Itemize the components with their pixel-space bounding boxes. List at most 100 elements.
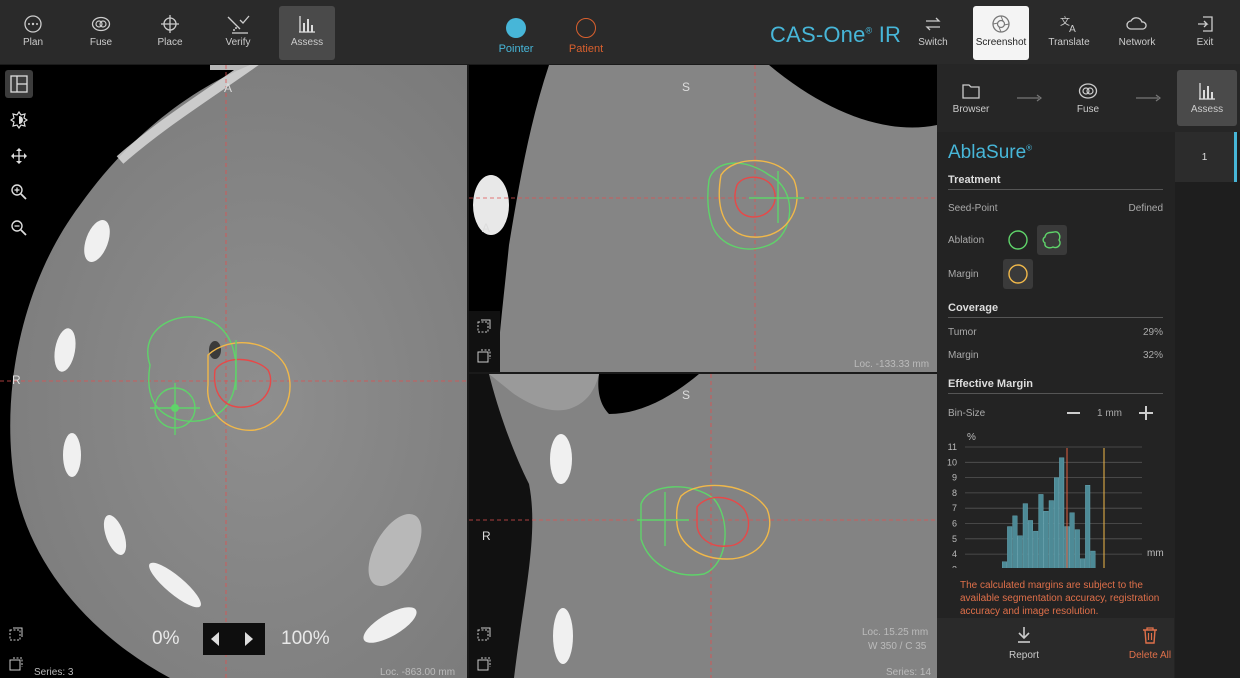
treatment-heading: Treatment xyxy=(948,174,1163,190)
place-button[interactable]: Place xyxy=(142,6,198,60)
bin-size-label: Bin-Size xyxy=(948,408,986,419)
zoom-in-tool[interactable] xyxy=(5,178,33,206)
histogram-y-tick: 8 xyxy=(952,488,957,498)
patient-label: Patient xyxy=(568,43,604,55)
crop-icon[interactable] xyxy=(476,626,492,642)
workflow-fuse[interactable]: Fuse xyxy=(1058,70,1118,126)
report-button[interactable]: Report xyxy=(989,626,1059,661)
ablasure-title: AblaSure® xyxy=(948,142,1032,164)
workflow-browser[interactable]: Browser xyxy=(941,70,1001,126)
histogram-bar xyxy=(1085,485,1091,568)
layout-tool[interactable] xyxy=(5,70,33,98)
layout-icon xyxy=(10,75,28,93)
coverage-tumor-value: 29% xyxy=(1142,327,1163,338)
sagittal-orient-left: A xyxy=(482,221,491,235)
workflow-assess-label: Assess xyxy=(1190,104,1224,115)
histogram-y-tick: 9 xyxy=(952,473,957,483)
network-label: Network xyxy=(1118,37,1156,48)
patient-dot-icon xyxy=(576,18,596,38)
thumbnail-item[interactable]: 1 xyxy=(1175,132,1237,182)
translate-label: Translate xyxy=(1048,37,1090,48)
pointer-dot-icon xyxy=(506,18,526,38)
ablation-sphere-button[interactable] xyxy=(1003,225,1033,255)
coronal-window: W 350 / C 35 xyxy=(868,641,927,652)
histogram-y-tick: 6 xyxy=(952,519,957,529)
histogram-bar xyxy=(1027,520,1033,568)
exit-label: Exit xyxy=(1196,37,1214,48)
exit-button[interactable]: Exit xyxy=(1177,6,1233,60)
axial-orient-top: A xyxy=(224,81,233,95)
margin-sphere-button[interactable] xyxy=(1003,259,1033,289)
brand-suffix: IR xyxy=(878,22,902,47)
assess-label: Assess xyxy=(290,37,324,48)
crop-icon[interactable] xyxy=(8,626,24,642)
histogram-x-unit: mm xyxy=(1147,548,1164,559)
zoom-out-tool[interactable] xyxy=(5,214,33,242)
verify-button[interactable]: Verify xyxy=(210,6,266,60)
sagittal-view[interactable]: S A Loc. -133.33 mm xyxy=(469,65,937,372)
crop-icon[interactable] xyxy=(476,318,492,334)
coronal-series: Series: 14 xyxy=(886,667,932,678)
plan-icon xyxy=(24,15,42,33)
switch-icon xyxy=(925,17,941,31)
pan-tool[interactable] xyxy=(5,142,33,170)
network-button[interactable]: Network xyxy=(1109,6,1165,60)
workflow-assess[interactable]: Assess xyxy=(1177,70,1237,126)
thumbnail-strip xyxy=(1175,132,1240,678)
histogram-bar xyxy=(1048,500,1054,568)
assess-icon xyxy=(299,16,315,33)
delete-all-button[interactable]: Delete All xyxy=(1115,626,1185,661)
fuse-button[interactable]: Fuse xyxy=(73,6,129,60)
svg-text:A: A xyxy=(1069,24,1076,34)
histogram-bar xyxy=(1059,457,1065,568)
brand-logo: CAS-One® IR xyxy=(770,22,901,48)
translate-button[interactable]: 文A Translate xyxy=(1041,6,1097,60)
bin-decrease-button[interactable] xyxy=(1067,412,1080,414)
circle-shape-icon xyxy=(1008,230,1028,250)
opacity-high-label: 100% xyxy=(281,628,330,649)
region-icon[interactable] xyxy=(8,656,24,672)
delete-all-label: Delete All xyxy=(1128,650,1172,661)
patient-mode-button[interactable]: Patient xyxy=(556,18,616,55)
switch-button[interactable]: Switch xyxy=(905,6,961,60)
thumbnail-number: 1 xyxy=(1201,152,1208,163)
prev-arrow-icon[interactable] xyxy=(211,632,219,646)
coronal-view[interactable]: S R Loc. 15.25 mm W 350 / C 35 Series: 1… xyxy=(469,374,937,678)
download-icon xyxy=(1018,627,1030,643)
ablation-segment-button[interactable] xyxy=(1037,225,1067,255)
assess-button[interactable]: Assess xyxy=(279,6,335,60)
zoom-out-icon xyxy=(11,220,27,236)
folder-icon xyxy=(962,84,980,99)
axial-loc: Loc. -863.00 mm xyxy=(380,667,456,678)
coronal-orient-left: R xyxy=(482,529,491,543)
pointer-mode-button[interactable]: Pointer xyxy=(486,18,546,55)
histogram-bar xyxy=(1053,477,1059,568)
histogram-bar xyxy=(1090,550,1096,568)
screenshot-button[interactable]: Screenshot xyxy=(973,6,1029,60)
zoom-in-icon xyxy=(11,184,27,200)
exit-icon xyxy=(1198,16,1213,32)
opacity-low-label: 0% xyxy=(152,628,180,649)
axial-view[interactable]: A R Series: 3 Loc. -863.00 mm 0% 100% xyxy=(0,65,467,678)
verify-icon xyxy=(227,15,250,34)
region-icon[interactable] xyxy=(476,348,492,364)
sagittal-loc: Loc. -133.33 mm xyxy=(854,359,930,370)
next-arrow-icon[interactable] xyxy=(245,632,253,646)
region-icon[interactable] xyxy=(476,656,492,672)
report-label: Report xyxy=(1008,650,1039,661)
histogram-y-tick: 4 xyxy=(952,549,957,559)
fuse-icon xyxy=(91,16,111,32)
coverage-heading: Coverage xyxy=(948,302,1163,318)
fuse-icon xyxy=(1078,83,1098,99)
slice-stepper xyxy=(203,623,265,655)
bin-increase-button[interactable] xyxy=(1139,406,1153,420)
plan-button[interactable]: Plan xyxy=(5,6,61,60)
effective-margin-heading: Effective Margin xyxy=(948,378,1163,394)
brand-name: CAS-One xyxy=(770,22,866,47)
bin-size-value: 1 mm xyxy=(1097,408,1122,419)
histogram-bar xyxy=(1074,529,1080,568)
sagittal-image xyxy=(469,65,937,372)
histogram-bar xyxy=(1038,494,1044,568)
contrast-tool[interactable] xyxy=(5,106,33,134)
histogram-bar xyxy=(1012,515,1018,568)
